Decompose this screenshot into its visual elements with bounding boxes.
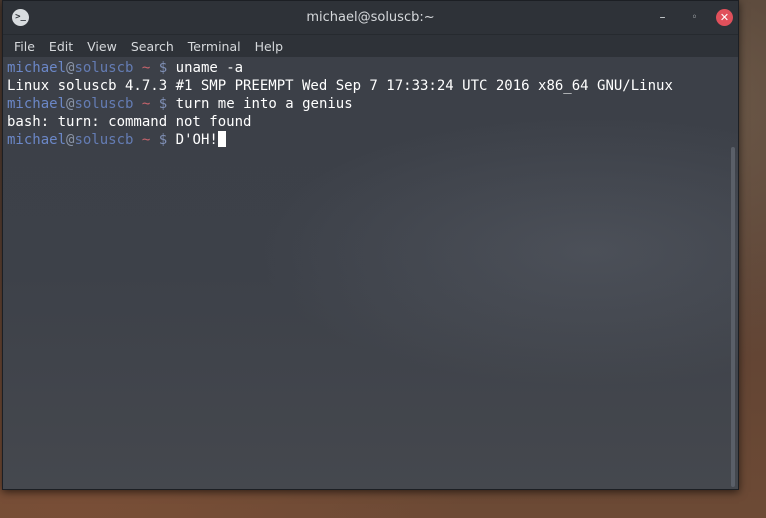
prompt-user: michael	[7, 96, 67, 112]
menu-help[interactable]: Help	[248, 39, 291, 54]
prompt-symbol: $	[158, 60, 168, 76]
menu-bar: File Edit View Search Terminal Help	[3, 35, 738, 57]
scrollbar[interactable]	[731, 147, 735, 487]
close-icon[interactable]: ✕	[716, 9, 733, 26]
menu-edit[interactable]: Edit	[42, 39, 80, 54]
command-text: turn me into a genius	[175, 96, 353, 112]
prompt-path: ~	[141, 96, 151, 112]
terminal-area[interactable]: michael@soluscb ~ $ uname -a Linux solus…	[3, 57, 738, 489]
menu-file[interactable]: File	[7, 39, 42, 54]
window-title: michael@soluscb:~	[306, 10, 435, 25]
terminal-window: >_ michael@soluscb:~ – ◦ ✕ File Edit Vie…	[2, 0, 739, 490]
menu-view[interactable]: View	[80, 39, 124, 54]
prompt-host: soluscb	[74, 60, 134, 76]
prompt-path: ~	[141, 60, 151, 76]
prompt-line: michael@soluscb ~ $ uname -a	[7, 59, 673, 77]
text-cursor	[217, 131, 226, 147]
menu-search[interactable]: Search	[124, 39, 181, 54]
output-line: bash: turn: command not found	[7, 114, 252, 130]
prompt-line: michael@soluscb ~ $ D'OH!	[7, 131, 673, 149]
command-text: uname -a	[175, 60, 244, 76]
prompt-user: michael	[7, 132, 67, 148]
minimize-icon[interactable]: –	[654, 9, 671, 26]
terminal-output: michael@soluscb ~ $ uname -a Linux solus…	[7, 59, 673, 149]
menu-terminal[interactable]: Terminal	[181, 39, 248, 54]
prompt-host: soluscb	[74, 96, 134, 112]
maximize-icon[interactable]: ◦	[686, 9, 703, 26]
prompt-symbol: $	[158, 96, 168, 112]
prompt-host: soluscb	[74, 132, 134, 148]
prompt-line: michael@soluscb ~ $ turn me into a geniu…	[7, 95, 673, 113]
prompt-symbol: $	[158, 132, 168, 148]
prompt-user: michael	[7, 60, 67, 76]
prompt-path: ~	[141, 132, 151, 148]
output-line: Linux soluscb 4.7.3 #1 SMP PREEMPT Wed S…	[7, 78, 673, 94]
title-bar[interactable]: >_ michael@soluscb:~ – ◦ ✕	[3, 1, 738, 35]
command-text: D'OH!	[175, 132, 218, 148]
